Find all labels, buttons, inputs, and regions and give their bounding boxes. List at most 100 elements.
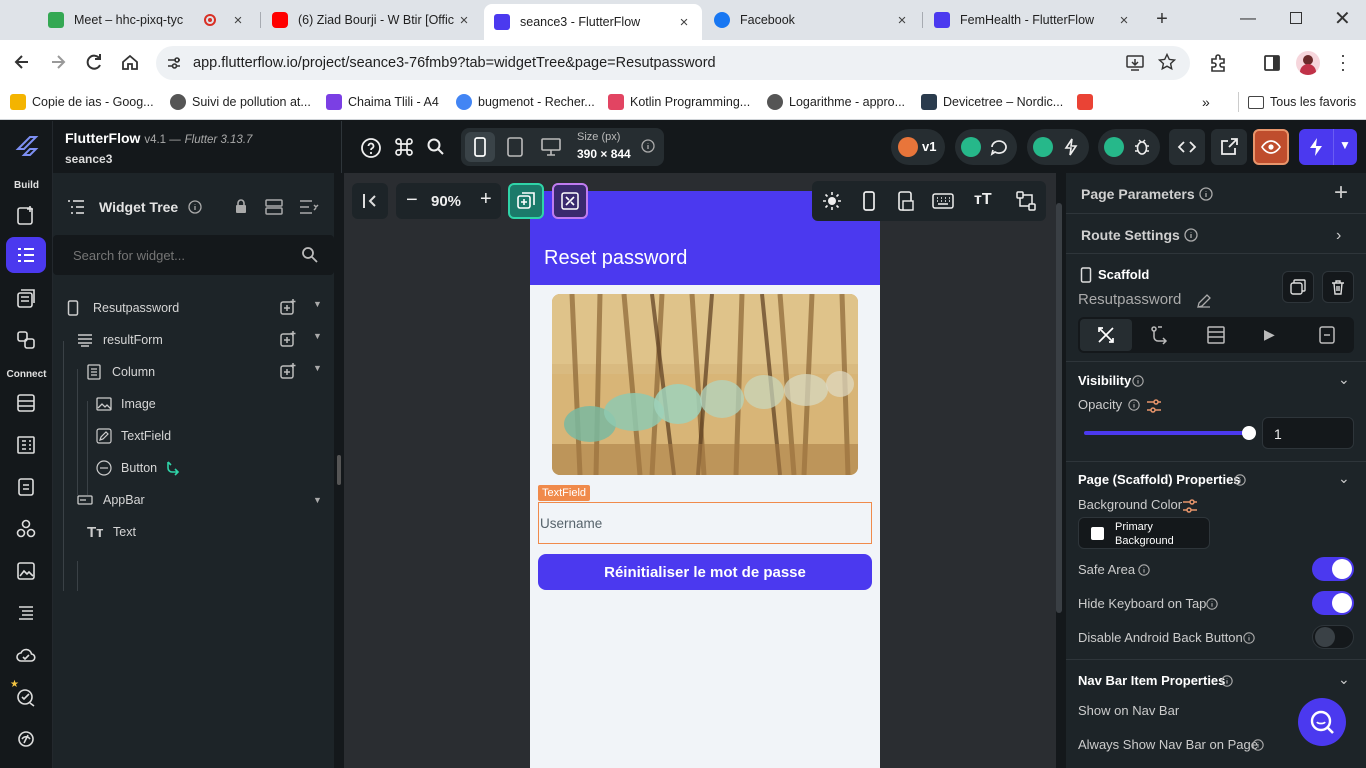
close-tab-icon[interactable]: × — [456, 12, 472, 29]
chevron-down-icon[interactable]: ▼ — [1339, 138, 1351, 152]
components-icon[interactable] — [6, 322, 46, 358]
tablet-device-icon[interactable] — [507, 137, 523, 157]
collapse-panel-icon[interactable] — [352, 183, 388, 219]
close-tab-icon[interactable]: × — [230, 12, 246, 29]
back-arrow-icon[interactable] — [12, 52, 32, 72]
bookmarks-overflow-icon[interactable]: » — [1202, 92, 1210, 112]
keyboard-shortcuts-icon[interactable] — [394, 137, 414, 157]
view-code-icon[interactable] — [1169, 129, 1205, 165]
app-state-icon[interactable] — [6, 427, 46, 463]
debug-button[interactable] — [1098, 129, 1160, 165]
run-app-button[interactable]: ▼ — [1299, 129, 1357, 165]
all-bookmarks-folder[interactable]: Tous les favoris — [1248, 92, 1356, 112]
add-widget-icon[interactable] — [279, 362, 297, 380]
zoom-in-button[interactable]: + — [480, 188, 492, 211]
info-icon[interactable] — [1206, 598, 1218, 610]
flutterflow-logo[interactable] — [14, 133, 40, 159]
extensions-puzzle-icon[interactable] — [1208, 53, 1228, 73]
close-window-button[interactable]: ✕ — [1334, 6, 1354, 30]
home-icon[interactable] — [120, 52, 140, 72]
info-icon[interactable] — [1234, 474, 1246, 486]
info-icon[interactable] — [1199, 187, 1213, 201]
browser-menu-icon[interactable]: · · · — [1340, 46, 1346, 78]
reset-password-button[interactable]: Réinitialiser le mot de passe — [538, 554, 872, 590]
route-settings-label[interactable]: Route Settings — [1081, 227, 1180, 243]
storyboard-icon[interactable] — [6, 281, 46, 317]
side-panel-icon[interactable] — [1262, 53, 1282, 73]
zoom-out-button[interactable]: − — [406, 189, 418, 212]
chevron-down-icon[interactable]: ⌄ — [1338, 671, 1350, 688]
set-from-variable-icon[interactable] — [1146, 398, 1162, 414]
bookmark-item[interactable]: Logarithme - appro... — [767, 92, 905, 112]
phone-device-icon[interactable] — [465, 132, 495, 162]
bookmark-star-icon[interactable] — [1158, 53, 1176, 71]
info-icon[interactable] — [1138, 564, 1150, 576]
add-parameter-icon[interactable]: + — [1334, 179, 1348, 207]
info-icon[interactable] — [1128, 399, 1140, 411]
bg-color-picker[interactable]: Primary Background — [1078, 517, 1210, 549]
canvas-scrollbar[interactable] — [1056, 203, 1062, 613]
profile-avatar[interactable] — [1296, 51, 1320, 75]
browser-tab-facebook[interactable]: Facebook × — [704, 6, 920, 34]
browser-tab-meet[interactable]: Meet – hhc-pixq-tyc × — [38, 6, 256, 34]
opacity-slider[interactable] — [1084, 426, 1256, 440]
backend-query-tab-icon[interactable] — [1206, 325, 1226, 345]
browser-tab-femhealth[interactable]: FemHealth - FlutterFlow × — [924, 6, 1142, 34]
username-textfield[interactable]: Username — [538, 502, 872, 544]
tree-item-text[interactable]: Tт Text — [87, 520, 287, 544]
bookmark-item[interactable]: Devicetree – Nordic... — [921, 92, 1063, 112]
comments-button[interactable] — [955, 129, 1017, 165]
resize-handle[interactable] — [337, 455, 341, 485]
opacity-input[interactable]: 1 — [1262, 417, 1354, 449]
branch-selector[interactable]: v1 — [891, 129, 945, 165]
size-value[interactable]: 390 × 844 — [577, 147, 631, 161]
open-external-icon[interactable] — [1211, 129, 1247, 165]
search-widget-field[interactable] — [53, 235, 334, 275]
set-from-variable-icon[interactable] — [1182, 498, 1198, 514]
forward-arrow-icon[interactable] — [48, 52, 68, 72]
search-icon[interactable] — [426, 137, 446, 157]
support-chat-button[interactable] — [1298, 698, 1346, 746]
bookmark-gmail[interactable] — [1077, 92, 1099, 112]
custom-code-icon[interactable] — [6, 595, 46, 631]
zoom-level[interactable]: 90% — [431, 193, 461, 210]
tree-item-textfield[interactable]: TextField — [96, 424, 296, 448]
safe-area-icon[interactable] — [898, 191, 914, 211]
bookmark-item[interactable]: Suivi de pollution at... — [170, 92, 311, 112]
slider-thumb[interactable] — [1242, 426, 1256, 440]
tree-item-image[interactable]: Image — [96, 392, 296, 416]
info-icon[interactable] — [1184, 228, 1198, 242]
tree-structure-icon[interactable] — [1016, 191, 1036, 211]
chevron-down-icon[interactable]: ▼ — [313, 495, 322, 505]
reload-icon[interactable] — [84, 52, 104, 72]
chevron-right-icon[interactable]: › — [1336, 227, 1341, 245]
reset-image[interactable] — [552, 294, 858, 475]
info-icon[interactable] — [1243, 632, 1255, 644]
add-page-icon[interactable] — [6, 197, 46, 233]
close-tab-icon[interactable]: × — [894, 12, 910, 29]
close-tab-icon[interactable]: × — [676, 14, 692, 31]
text-scale-icon[interactable]: ᴛT — [974, 191, 992, 209]
page-parameters-label[interactable]: Page Parameters — [1081, 186, 1195, 202]
help-icon[interactable] — [360, 137, 382, 159]
new-tab-button[interactable]: + — [1152, 8, 1172, 32]
widget-name[interactable]: Resutpassword — [1078, 291, 1181, 308]
chevron-down-icon[interactable]: ⌄ — [1338, 371, 1350, 388]
browser-tab-youtube[interactable]: (6) Ziad Bourji - W Btir [Offic × — [262, 6, 482, 34]
site-settings-icon[interactable] — [166, 55, 182, 71]
keyboard-icon[interactable] — [932, 193, 954, 209]
tools-icon[interactable] — [552, 183, 588, 219]
widget-tree-icon[interactable] — [6, 237, 46, 273]
browser-tab-seance3[interactable]: seance3 - FlutterFlow × — [484, 4, 702, 40]
maximize-window-button[interactable] — [1290, 12, 1302, 24]
actions-tab-icon[interactable] — [1150, 325, 1170, 345]
edit-pencil-icon[interactable] — [1196, 293, 1212, 309]
info-icon[interactable] — [1221, 675, 1233, 687]
sort-options-icon[interactable] — [299, 199, 319, 215]
cloud-functions-icon[interactable] — [6, 637, 46, 673]
chevron-down-icon[interactable]: ▼ — [313, 299, 322, 309]
safe-area-toggle[interactable] — [1312, 557, 1354, 581]
add-widget-icon[interactable] — [279, 330, 297, 348]
info-icon[interactable] — [641, 139, 655, 153]
info-icon[interactable] — [188, 200, 202, 214]
